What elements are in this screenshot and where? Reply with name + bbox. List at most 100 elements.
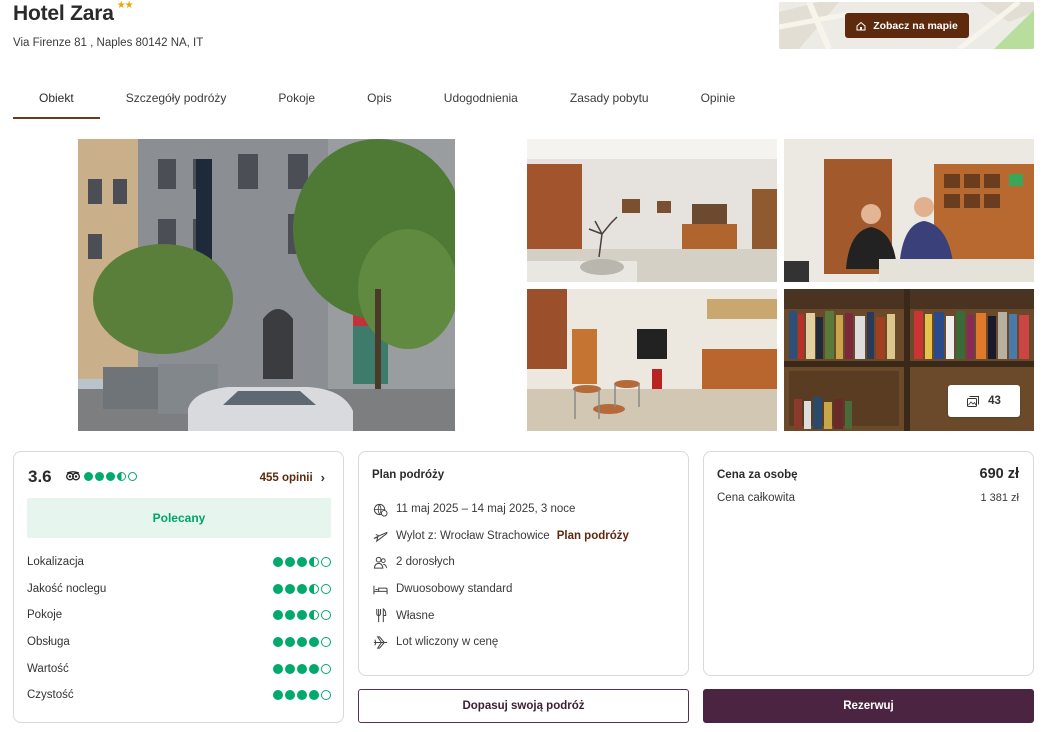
plane-icon [372,634,388,650]
overall-rating-dots [84,471,137,481]
price-total-label: Cena całkowita [717,492,795,504]
rating-dot [106,471,115,481]
rating-dot [297,583,307,594]
criterion-label: Jakość noclegu [27,582,107,595]
hotel-title-row: Hotel Zara ★★ [13,0,134,26]
tab-opis[interactable]: Opis [341,84,418,119]
trip-guests: 2 dorosłych [396,556,455,569]
hotel-stars: ★★ [116,0,134,11]
gallery-photo-staff[interactable] [784,139,1034,282]
criterion-obsluga: Obsługa [27,629,331,656]
trip-details-list: 11 maj 2025 – 14 maj 2025, 3 noce Wylot … [372,496,677,656]
trip-plan-title: Plan podróży [372,469,445,481]
customize-trip-button[interactable]: Dopasuj swoją podróż [358,689,689,723]
rating-dot [84,471,93,481]
rating-dot [309,583,319,594]
tab-obiekt[interactable]: Obiekt [13,84,100,119]
rating-dot [285,610,295,621]
trip-room: Dwuosobowy standard [396,583,513,596]
rating-dot [285,663,295,674]
rating-dot [309,663,319,674]
show-on-map-label: Zobacz na mapie [873,19,958,32]
show-on-map-button[interactable]: Zobacz na mapie [845,13,969,38]
rating-dot [285,583,295,594]
gallery-photo-lobby[interactable] [527,289,777,431]
lobby-image [527,289,777,431]
rating-dot [273,663,283,674]
bed-icon [372,581,388,597]
rating-dot [321,583,331,594]
staff-image [784,139,1034,282]
price-per-person-value: 690 zł [979,466,1020,482]
gallery-photo-reception[interactable] [527,139,777,282]
tab-szczegoly-podrozy[interactable]: Szczegóły podróży [100,84,253,119]
rating-dot [273,583,283,594]
section-tabs: Obiekt Szczegóły podróży Pokoje Opis Udo… [13,84,1034,119]
tab-udogodnienia[interactable]: Udogodnienia [418,84,544,119]
tripadvisor-rating [66,471,137,481]
rating-criteria-list: Lokalizacja Jakość noclegu Pokoje Obsług… [27,549,331,709]
photo-count-button[interactable]: 43 [948,385,1020,417]
rating-dot [297,663,307,674]
trip-dates-row: 11 maj 2025 – 14 maj 2025, 3 noce [372,496,677,523]
tab-opinie[interactable]: Opinie [675,84,762,119]
price-card: Cena za osobę 690 zł Cena całkowita 1 38… [703,451,1034,676]
rating-dot [297,557,307,568]
rating-dot [309,690,319,701]
cutlery-icon [372,608,388,624]
trip-departure-row: Wylot z: Wrocław Strachowice Plan podróż… [372,523,677,550]
criterion-wartosc: Wartość [27,655,331,682]
trip-plan-card: Plan podróży 11 maj 2025 – 14 maj 2025, … [358,451,689,676]
tab-pokoje[interactable]: Pokoje [252,84,341,119]
rating-dot [321,663,331,674]
photos-icon [967,395,980,407]
trip-flight-row: Lot wliczony w cenę [372,629,677,656]
rating-dot [285,637,295,648]
criterion-label: Lokalizacja [27,556,84,569]
criterion-dots [273,583,331,594]
book-button[interactable]: Rezerwuj [703,689,1034,723]
rating-dot [297,637,307,648]
rating-dot [321,610,331,621]
trip-board-row: Własne [372,602,677,629]
trip-departure: Wylot z: Wrocław Strachowice [396,529,550,542]
price-total-value: 1 381 zł [980,492,1019,504]
criterion-label: Czystość [27,689,74,702]
tab-zasady-pobytu[interactable]: Zasady pobytu [544,84,675,119]
trip-dates: 11 maj 2025 – 14 maj 2025, 3 noce [396,503,576,516]
calendar-globe-icon [372,501,388,517]
criterion-label: Obsługa [27,636,70,649]
photo-count-value: 43 [988,395,1001,407]
chevron-right-icon: › [320,470,325,485]
rating-dot [273,690,283,701]
criterion-label: Wartość [27,662,69,675]
rating-dot [297,690,307,701]
trip-flight: Lot wliczony w cenę [396,636,499,649]
trip-plan-link[interactable]: Plan podróży [557,530,629,542]
criterion-lokalizacja: Lokalizacja [27,549,331,576]
rating-card: 3.6 455 opinii › Polecany Lokalizacja Ja… [13,451,344,723]
rating-dot [321,690,331,701]
criterion-dots [273,610,331,621]
tripadvisor-owl-icon [66,471,80,481]
rating-dot [309,557,319,568]
criterion-dots [273,637,331,648]
trip-guests-row: 2 dorosłych [372,549,677,576]
main-hotel-photo[interactable] [78,139,455,431]
recommended-badge: Polecany [27,498,331,538]
people-icon [372,554,388,570]
rating-dot [297,610,307,621]
home-icon [856,21,866,30]
rating-dot [273,557,283,568]
hotel-address: Via Firenze 81 , Naples 80142 NA, IT [13,37,204,49]
hotel-facade-image [78,139,455,431]
hotel-name: Hotel Zara [13,2,114,25]
rating-dot [321,637,331,648]
criterion-czystosc: Czystość [27,682,331,709]
rating-dot [273,637,283,648]
rating-dot [285,557,295,568]
rating-dot [309,637,319,648]
trip-board: Własne [396,609,435,622]
price-per-person-label: Cena za osobę [717,469,798,481]
reviews-link[interactable]: 455 opinii › [260,470,325,485]
